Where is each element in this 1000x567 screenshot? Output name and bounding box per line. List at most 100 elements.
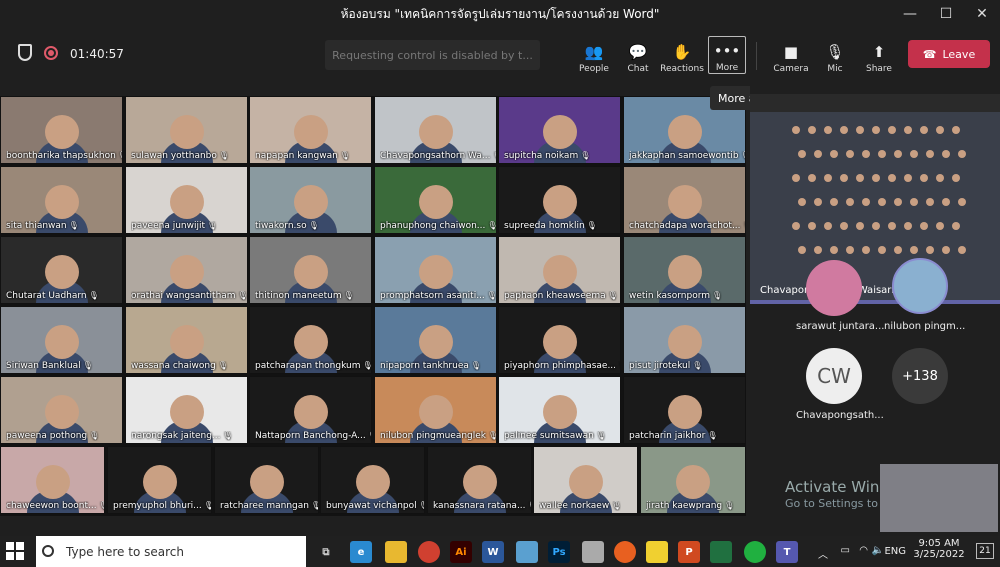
participant-name-text: boontharika thapsukhon <box>6 151 116 161</box>
participant-tile[interactable]: premyuphol bhuri...🎙 <box>107 446 212 514</box>
participant-tile[interactable]: thitinon maneetum 🎙 <box>249 236 372 304</box>
participant-tile[interactable]: bunyawat vichanpol🎙 <box>320 446 425 514</box>
audience-member <box>846 246 854 254</box>
audience-member <box>904 174 912 182</box>
photoshop-icon[interactable]: Ps <box>548 541 570 563</box>
participant-tile[interactable]: sita thianwan 🎙 <box>0 166 123 234</box>
participant-tile[interactable]: Siriwan Banklual 🎙 <box>0 306 123 374</box>
more-label: More <box>715 63 739 73</box>
participant-tile[interactable]: promphatsorn asaniti... 🎙 <box>374 236 497 304</box>
mic-label: Mic <box>827 64 843 74</box>
participant-tile[interactable]: orathai wangsantitham 🎙 <box>125 236 248 304</box>
participant-tile[interactable]: sulawan yotthanbo 🎙 <box>125 96 248 164</box>
participant-tile[interactable]: paveena junwijit 🎙 <box>125 166 248 234</box>
camera-button[interactable]: ■ Camera <box>770 36 812 74</box>
app-icon[interactable] <box>710 541 732 563</box>
participant-name-text: promphatsorn asaniti... <box>380 291 485 301</box>
participant-name: palinee sumitsawan 🎙 <box>504 431 606 441</box>
participant-tile[interactable]: supitcha noikam 🎙 <box>498 96 621 164</box>
participant-tile[interactable]: napapan kangwan 🎙 <box>249 96 372 164</box>
windows-start-icon[interactable] <box>6 542 24 560</box>
participant-tile[interactable]: chaweewon boont...🎙 <box>0 446 105 514</box>
mic-button[interactable]: 🎙 Mic <box>814 36 856 74</box>
word-icon[interactable]: W <box>482 541 504 563</box>
chrome-icon[interactable] <box>418 541 440 563</box>
self-view-video[interactable] <box>880 464 998 532</box>
line-icon[interactable] <box>744 541 766 563</box>
teams-icon[interactable]: T <box>776 541 798 563</box>
participant-tile[interactable]: wassana chaiwong 🎙 <box>125 306 248 374</box>
participant-tile[interactable]: patcharapan thongkum 🎙 <box>249 306 372 374</box>
chevron-up-icon[interactable]: ︿ <box>818 546 828 561</box>
participant-tile[interactable]: patcharin jaikhor 🎙 <box>623 376 746 444</box>
participant-tile[interactable]: supreeda homklin 🎙 <box>498 166 621 234</box>
participant-video-face <box>667 255 702 289</box>
participant-name-text: piyaphorn phimphasae... <box>504 361 617 371</box>
participant-video-face <box>44 115 79 149</box>
more-participants-button[interactable]: +138 <box>892 348 948 404</box>
participant-tile[interactable]: palinee sumitsawan 🎙 <box>498 376 621 444</box>
participant-tile[interactable]: wetin kasornporm 🎙 <box>623 236 746 304</box>
share-button[interactable]: ⬆ Share <box>858 36 900 74</box>
clock[interactable]: 9:05 AM 3/25/2022 <box>912 538 966 560</box>
participant-tile[interactable]: nilubon pingmueanglek🎙 <box>374 376 497 444</box>
task-view-icon[interactable]: ⧉ <box>315 541 337 563</box>
leave-button[interactable]: ☎ Leave <box>908 40 990 68</box>
people-button[interactable]: 👥 People <box>573 36 615 74</box>
firefox-icon[interactable] <box>614 541 636 563</box>
illustrator-icon[interactable]: Ai <box>450 541 472 563</box>
maximize-icon[interactable]: ☐ <box>928 0 964 28</box>
participant-tile[interactable]: wallee norkaew 🎙 <box>533 446 638 514</box>
minimize-icon[interactable]: — <box>892 0 928 28</box>
people-label: People <box>579 64 609 74</box>
audience-member <box>792 222 800 230</box>
battery-icon[interactable]: ▭ <box>841 545 850 556</box>
wifi-icon[interactable]: ◠ <box>859 545 868 556</box>
participant-tile[interactable]: boontharika thapsukhon🎙 <box>0 96 123 164</box>
participant-tile[interactable]: kanassnara ratana...🎙 <box>427 446 532 514</box>
app-icon[interactable] <box>516 541 538 563</box>
volume-icon[interactable]: 🔈 <box>872 545 884 556</box>
chat-icon: 💬 <box>628 43 648 61</box>
participant-tile[interactable]: paphaon kheawseema 🎙 <box>498 236 621 304</box>
audience-member <box>872 174 880 182</box>
participant-strip[interactable] <box>750 94 1000 114</box>
sticky-notes-icon[interactable] <box>646 541 668 563</box>
close-icon[interactable]: ✕ <box>964 0 1000 28</box>
participant-video-face <box>169 255 204 289</box>
participant-tile[interactable]: paweena pothong 🎙 <box>0 376 123 444</box>
participant-tile[interactable]: pisut jirotekul 🎙 <box>623 306 746 374</box>
request-control-button[interactable]: Requesting control is disabled by t... <box>325 40 540 70</box>
powerpoint-icon[interactable]: P <box>678 541 700 563</box>
chat-button[interactable]: 💬 Chat <box>617 36 659 74</box>
more-button[interactable]: ••• More <box>708 36 746 74</box>
notifications-icon[interactable]: 21 <box>976 543 994 559</box>
participant-tile[interactable]: chatchadapa worachot...🎙 <box>623 166 746 234</box>
participant-tile[interactable]: nipaporn tankhruea 🎙 <box>374 306 497 374</box>
file-explorer-icon[interactable] <box>385 541 407 563</box>
edge-icon[interactable]: e <box>350 541 372 563</box>
mic-icon: 🎙 <box>528 501 531 510</box>
avatar[interactable] <box>892 258 948 314</box>
audience-member <box>846 198 854 206</box>
participant-name-text: paveena junwijit <box>131 221 206 231</box>
avatar[interactable]: CW <box>806 348 862 404</box>
participant-tile[interactable]: tiwakorn.so 🎙 <box>249 166 372 234</box>
participant-tile[interactable]: piyaphorn phimphasae...🎙 <box>498 306 621 374</box>
paint-icon[interactable] <box>582 541 604 563</box>
participant-tile[interactable]: narongsak jaiteng... 🎙 <box>125 376 248 444</box>
participant-tile[interactable]: ratcharee manngan🎙 <box>214 446 319 514</box>
shield-icon[interactable] <box>18 44 32 61</box>
participant-tile[interactable]: Nattaporn Banchong-A...🎙 <box>249 376 372 444</box>
audience-member <box>830 246 838 254</box>
taskbar-search-input[interactable]: Type here to search <box>36 536 306 567</box>
participant-tile[interactable]: phanuphong chaiwon... 🎙 <box>374 166 497 234</box>
reactions-button[interactable]: ✋ Reactions <box>660 36 704 74</box>
participant-tile[interactable]: jirath kaewprang 🎙 <box>640 446 746 514</box>
avatar[interactable] <box>806 260 862 316</box>
participant-tile[interactable]: Chavapongsathorn Wa...🎙 <box>374 96 497 164</box>
mic-icon: 🎙 <box>492 151 496 160</box>
participant-tile[interactable]: Chutarat Uadharn 🎙 <box>0 236 123 304</box>
stage-video[interactable]: Chavapongsathorn Waisarikarm <box>750 112 1000 302</box>
language-indicator[interactable]: ENG <box>884 546 906 557</box>
